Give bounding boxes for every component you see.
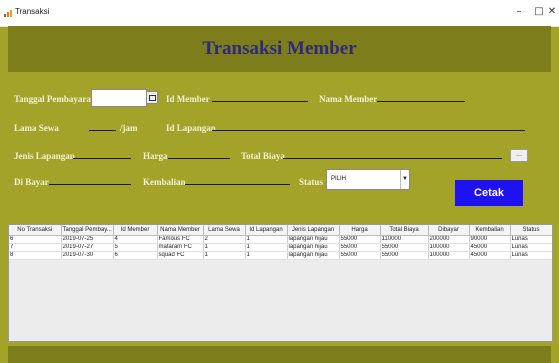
column-header[interactable]: Jenis Lapangan [287,225,340,236]
table-cell: 2019-07-25 [61,235,114,244]
table-cell: 7 [9,243,62,252]
harga-field[interactable] [168,158,230,159]
minimize-button[interactable]: – [513,5,525,19]
table-cell: 1 [245,235,288,244]
total-biaya-label: Total Biaya [241,151,285,161]
table-cell: 4 [113,235,158,244]
app-icon [4,10,12,17]
table-row[interactable]: 8 2019-07-30 6 squad FC 1 1 lapangan hij… [9,251,552,260]
table-cell: Famous FC [157,235,204,244]
maximize-button[interactable]: □ [533,5,545,19]
table-cell: lapangan hijau [287,251,340,260]
table-cell: 90000 [469,235,511,244]
table-cell: 45000 [469,251,511,260]
more-button[interactable]: ... [510,149,528,162]
chevron-down-icon[interactable]: ▼ [400,170,409,189]
table-row[interactable]: 6 2019-07-25 4 Famous FC 2 1 lapangan hi… [9,235,552,244]
window-title: Transaksi [15,7,50,16]
tanggal-pembayaran-label: Tanggal Pembayaran [14,94,96,104]
tanggal-pembayaran-input[interactable] [91,89,147,107]
nama-member-label: Nama Member [319,94,378,104]
transaction-table[interactable]: No Transaksi Tanggal Pembay... Id Member… [8,224,553,342]
footer-bar [8,346,551,363]
column-header[interactable]: Kembalian [469,225,511,236]
table-cell: 55000 [339,243,381,252]
table-cell: 55000 [380,243,429,252]
table-cell: 2019-07-27 [61,243,114,252]
column-header[interactable]: Total Biaya [380,225,429,236]
id-member-field[interactable] [212,101,308,102]
column-header[interactable]: Nama Member [157,225,204,236]
date-picker-button[interactable] [146,91,158,104]
status-select-value: PILIH [331,176,347,182]
window-titlebar: Transaksi – □ ✕ [0,0,559,27]
lama-sewa-field[interactable] [89,130,116,131]
id-member-label: Id Member [166,94,210,104]
kembalian-label: Kembalian [143,177,186,187]
table-cell: 55000 [380,251,429,260]
harga-label: Harga [143,151,168,161]
cetak-button[interactable]: Cetak [455,180,523,206]
table-cell: 1 [245,251,288,260]
header-banner: Transaksi Member [8,26,551,72]
page-title: Transaksi Member [202,38,357,59]
id-lapangan-field[interactable] [212,130,525,131]
column-header[interactable]: No Transaksi [9,225,62,236]
column-header[interactable]: Tanggal Pembay... [61,225,114,236]
table-cell: 100000 [428,251,470,260]
table-cell: 1 [245,243,288,252]
table-cell: 2 [203,235,246,244]
table-cell: 100000 [428,243,470,252]
column-header[interactable]: Dibayar [428,225,470,236]
table-cell: 55000 [339,235,381,244]
table-cell: 110000 [380,235,429,244]
table-cell: 6 [113,251,158,260]
table-cell: squad FC [157,251,204,260]
table-cell: lapangan hijau [287,235,340,244]
table-cell: 55000 [339,251,381,260]
table-cell: lapangan hijau [287,243,340,252]
jenis-lapangan-field[interactable] [73,158,131,159]
table-cell: 200000 [428,235,470,244]
di-bayar-label: Di Bayar [14,177,49,187]
status-label: Status [299,177,324,187]
table-cell: Lunas [510,243,552,252]
table-cell: 1 [203,243,246,252]
column-header[interactable]: Status [510,225,552,236]
total-biaya-field[interactable] [283,158,502,159]
table-cell: 8 [9,251,62,260]
close-button[interactable]: ✕ [547,5,557,19]
jam-unit-label: /jam [120,123,138,133]
table-row[interactable]: 7 2019-07-27 5 mataram FC 1 1 lapangan h… [9,243,552,252]
column-header[interactable]: Id Lapangan [245,225,288,236]
column-header[interactable]: Id Member [113,225,158,236]
di-bayar-field[interactable] [49,184,131,185]
lama-sewa-label: Lama Sewa [14,123,59,133]
nama-member-field[interactable] [377,101,465,102]
column-header[interactable]: Lama Sewa [203,225,246,236]
jenis-lapangan-label: Jenis Lapangan [14,151,75,161]
calendar-icon [148,94,156,101]
table-cell: 1 [203,251,246,260]
table-cell: 2019-07-30 [61,251,114,260]
id-lapangan-label: Id Lapangan [166,123,216,133]
status-select[interactable]: PILIH ▼ [326,169,410,190]
table-cell: Lunas [510,251,552,260]
table-cell: 45000 [469,243,511,252]
table-header-row: No Transaksi Tanggal Pembay... Id Member… [9,225,552,236]
table-cell: 6 [9,235,62,244]
table-cell: Lunas [510,235,552,244]
column-header[interactable]: Harga [339,225,381,236]
kembalian-field[interactable] [185,184,290,185]
table-cell: 5 [113,243,158,252]
table-cell: mataram FC [157,243,204,252]
